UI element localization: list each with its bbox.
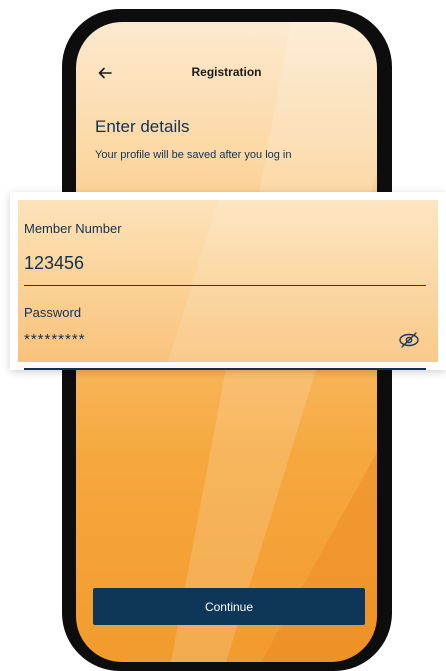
section-subheading: Your profile will be saved after you log… (95, 149, 292, 161)
eye-off-icon[interactable] (398, 331, 420, 349)
password-underline (24, 368, 426, 370)
member-number-input[interactable] (24, 253, 354, 274)
member-number-underline (24, 285, 426, 286)
continue-button[interactable]: Continue (93, 588, 365, 625)
password-label: Password (24, 305, 82, 320)
section-heading: Enter details (95, 117, 190, 136)
arrow-left-icon[interactable] (96, 64, 114, 82)
member-number-label: Member Number (24, 221, 122, 236)
nav-bar: Registration (76, 62, 377, 86)
page-title: Registration (191, 65, 262, 79)
password-input[interactable] (24, 331, 354, 348)
